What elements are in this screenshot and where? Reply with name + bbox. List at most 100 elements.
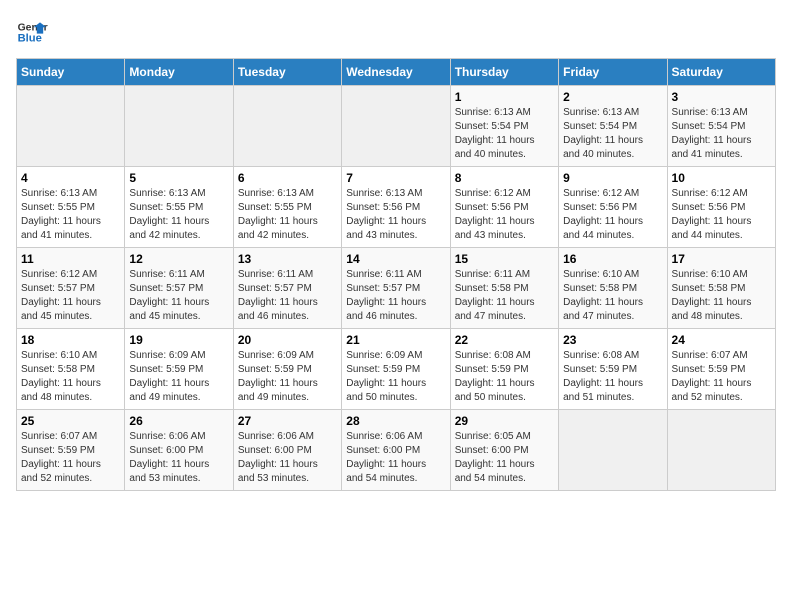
day-number: 21 <box>346 333 445 347</box>
day-number: 10 <box>672 171 771 185</box>
calendar-cell: 25 Sunrise: 6:07 AM Sunset: 5:59 PM Dayli… <box>17 410 125 491</box>
calendar-cell <box>125 86 233 167</box>
cell-info: Sunrise: 6:07 AM Sunset: 5:59 PM Dayligh… <box>21 430 120 486</box>
cell-info: Sunrise: 6:08 AM Sunset: 5:59 PM Dayligh… <box>455 349 554 405</box>
calendar-cell: 14 Sunrise: 6:11 AM Sunset: 5:57 PM Dayli… <box>342 248 450 329</box>
header-day-thursday: Thursday <box>450 59 558 86</box>
calendar-cell: 22 Sunrise: 6:08 AM Sunset: 5:59 PM Dayli… <box>450 329 558 410</box>
day-number: 16 <box>563 252 662 266</box>
calendar-cell: 15Sunrise: 6:11 AM Sunset: 5:58 PM Dayli… <box>450 248 558 329</box>
day-number: 17 <box>672 252 771 266</box>
calendar-cell: 2 Sunrise: 6:13 AM Sunset: 5:54 PM Daylig… <box>559 86 667 167</box>
calendar-cell: 20 Sunrise: 6:09 AM Sunset: 5:59 PM Dayli… <box>233 329 341 410</box>
day-number: 28 <box>346 414 445 428</box>
calendar-cell: 7 Sunrise: 6:13 AM Sunset: 5:56 PM Daylig… <box>342 167 450 248</box>
day-number: 19 <box>129 333 228 347</box>
cell-info: Sunrise: 6:12 AM Sunset: 5:56 PM Dayligh… <box>672 187 771 243</box>
cell-info: Sunrise: 6:06 AM Sunset: 6:00 PM Dayligh… <box>238 430 337 486</box>
cell-info: Sunrise: 6:10 AM Sunset: 5:58 PM Dayligh… <box>672 268 771 324</box>
calendar-cell: 9 Sunrise: 6:12 AM Sunset: 5:56 PM Daylig… <box>559 167 667 248</box>
day-number: 23 <box>563 333 662 347</box>
day-number: 9 <box>563 171 662 185</box>
week-row-1: 1 Sunrise: 6:13 AM Sunset: 5:54 PM Daylig… <box>17 86 776 167</box>
cell-info: Sunrise: 6:13 AM Sunset: 5:55 PM Dayligh… <box>21 187 120 243</box>
day-number: 2 <box>563 90 662 104</box>
day-number: 20 <box>238 333 337 347</box>
cell-info: Sunrise: 6:11 AM Sunset: 5:57 PM Dayligh… <box>129 268 228 324</box>
calendar-cell: 12 Sunrise: 6:11 AM Sunset: 5:57 PM Dayli… <box>125 248 233 329</box>
cell-info: Sunrise: 6:10 AM Sunset: 5:58 PM Dayligh… <box>21 349 120 405</box>
day-number: 13 <box>238 252 337 266</box>
cell-info: Sunrise: 6:12 AM Sunset: 5:57 PM Dayligh… <box>21 268 120 324</box>
calendar-cell: 6 Sunrise: 6:13 AM Sunset: 5:55 PM Daylig… <box>233 167 341 248</box>
calendar-cell: 5 Sunrise: 6:13 AM Sunset: 5:55 PM Daylig… <box>125 167 233 248</box>
day-number: 22 <box>455 333 554 347</box>
calendar-cell: 26 Sunrise: 6:06 AM Sunset: 6:00 PM Dayli… <box>125 410 233 491</box>
cell-info: Sunrise: 6:06 AM Sunset: 6:00 PM Dayligh… <box>129 430 228 486</box>
header-day-tuesday: Tuesday <box>233 59 341 86</box>
day-number: 24 <box>672 333 771 347</box>
cell-info: Sunrise: 6:06 AM Sunset: 6:00 PM Dayligh… <box>346 430 445 486</box>
day-number: 12 <box>129 252 228 266</box>
calendar-cell: 11Sunrise: 6:12 AM Sunset: 5:57 PM Dayli… <box>17 248 125 329</box>
calendar-cell: 21 Sunrise: 6:09 AM Sunset: 5:59 PM Dayli… <box>342 329 450 410</box>
cell-info: Sunrise: 6:12 AM Sunset: 5:56 PM Dayligh… <box>563 187 662 243</box>
calendar-cell: 27 Sunrise: 6:06 AM Sunset: 6:00 PM Dayli… <box>233 410 341 491</box>
calendar-cell: 28 Sunrise: 6:06 AM Sunset: 6:00 PM Dayli… <box>342 410 450 491</box>
svg-text:General: General <box>18 22 48 33</box>
cell-info: Sunrise: 6:09 AM Sunset: 5:59 PM Dayligh… <box>346 349 445 405</box>
calendar-cell <box>342 86 450 167</box>
header-day-wednesday: Wednesday <box>342 59 450 86</box>
day-number: 1 <box>455 90 554 104</box>
cell-info: Sunrise: 6:11 AM Sunset: 5:57 PM Dayligh… <box>346 268 445 324</box>
header-day-saturday: Saturday <box>667 59 775 86</box>
calendar-cell: 24Sunrise: 6:07 AM Sunset: 5:59 PM Dayli… <box>667 329 775 410</box>
day-number: 3 <box>672 90 771 104</box>
day-number: 26 <box>129 414 228 428</box>
day-number: 18 <box>21 333 120 347</box>
day-number: 29 <box>455 414 554 428</box>
cell-info: Sunrise: 6:09 AM Sunset: 5:59 PM Dayligh… <box>238 349 337 405</box>
cell-info: Sunrise: 6:13 AM Sunset: 5:56 PM Dayligh… <box>346 187 445 243</box>
calendar-cell <box>667 410 775 491</box>
cell-info: Sunrise: 6:10 AM Sunset: 5:58 PM Dayligh… <box>563 268 662 324</box>
day-number: 14 <box>346 252 445 266</box>
calendar-cell: 3 Sunrise: 6:13 AM Sunset: 5:54 PM Daylig… <box>667 86 775 167</box>
day-number: 27 <box>238 414 337 428</box>
cell-info: Sunrise: 6:13 AM Sunset: 5:55 PM Dayligh… <box>129 187 228 243</box>
cell-info: Sunrise: 6:13 AM Sunset: 5:54 PM Dayligh… <box>672 106 771 162</box>
calendar-table: SundayMondayTuesdayWednesdayThursdayFrid… <box>16 58 776 491</box>
day-number: 25 <box>21 414 120 428</box>
day-number: 15 <box>455 252 554 266</box>
day-number: 6 <box>238 171 337 185</box>
calendar-cell: 17 Sunrise: 6:10 AM Sunset: 5:58 PM Dayli… <box>667 248 775 329</box>
calendar-cell <box>233 86 341 167</box>
cell-info: Sunrise: 6:13 AM Sunset: 5:55 PM Dayligh… <box>238 187 337 243</box>
day-number: 8 <box>455 171 554 185</box>
calendar-cell <box>17 86 125 167</box>
calendar-cell: 23 Sunrise: 6:08 AM Sunset: 5:59 PM Dayli… <box>559 329 667 410</box>
cell-info: Sunrise: 6:08 AM Sunset: 5:59 PM Dayligh… <box>563 349 662 405</box>
cell-info: Sunrise: 6:13 AM Sunset: 5:54 PM Dayligh… <box>455 106 554 162</box>
calendar-cell: 13Sunrise: 6:11 AM Sunset: 5:57 PM Dayli… <box>233 248 341 329</box>
day-number: 4 <box>21 171 120 185</box>
calendar-cell: 8 Sunrise: 6:12 AM Sunset: 5:56 PM Daylig… <box>450 167 558 248</box>
week-row-5: 25 Sunrise: 6:07 AM Sunset: 5:59 PM Dayli… <box>17 410 776 491</box>
page-header: General Blue <box>16 16 776 48</box>
day-number: 7 <box>346 171 445 185</box>
calendar-body: 1 Sunrise: 6:13 AM Sunset: 5:54 PM Daylig… <box>17 86 776 491</box>
calendar-cell: 29Sunrise: 6:05 AM Sunset: 6:00 PM Dayli… <box>450 410 558 491</box>
week-row-3: 11Sunrise: 6:12 AM Sunset: 5:57 PM Dayli… <box>17 248 776 329</box>
cell-info: Sunrise: 6:09 AM Sunset: 5:59 PM Dayligh… <box>129 349 228 405</box>
calendar-cell: 18 Sunrise: 6:10 AM Sunset: 5:58 PM Dayli… <box>17 329 125 410</box>
calendar-cell: 16 Sunrise: 6:10 AM Sunset: 5:58 PM Dayli… <box>559 248 667 329</box>
calendar-cell: 1 Sunrise: 6:13 AM Sunset: 5:54 PM Daylig… <box>450 86 558 167</box>
week-row-4: 18 Sunrise: 6:10 AM Sunset: 5:58 PM Dayli… <box>17 329 776 410</box>
week-row-2: 4 Sunrise: 6:13 AM Sunset: 5:55 PM Daylig… <box>17 167 776 248</box>
day-number: 5 <box>129 171 228 185</box>
cell-info: Sunrise: 6:13 AM Sunset: 5:54 PM Dayligh… <box>563 106 662 162</box>
calendar-header-row: SundayMondayTuesdayWednesdayThursdayFrid… <box>17 59 776 86</box>
calendar-cell: 19 Sunrise: 6:09 AM Sunset: 5:59 PM Dayli… <box>125 329 233 410</box>
cell-info: Sunrise: 6:12 AM Sunset: 5:56 PM Dayligh… <box>455 187 554 243</box>
svg-text:Blue: Blue <box>18 33 42 45</box>
